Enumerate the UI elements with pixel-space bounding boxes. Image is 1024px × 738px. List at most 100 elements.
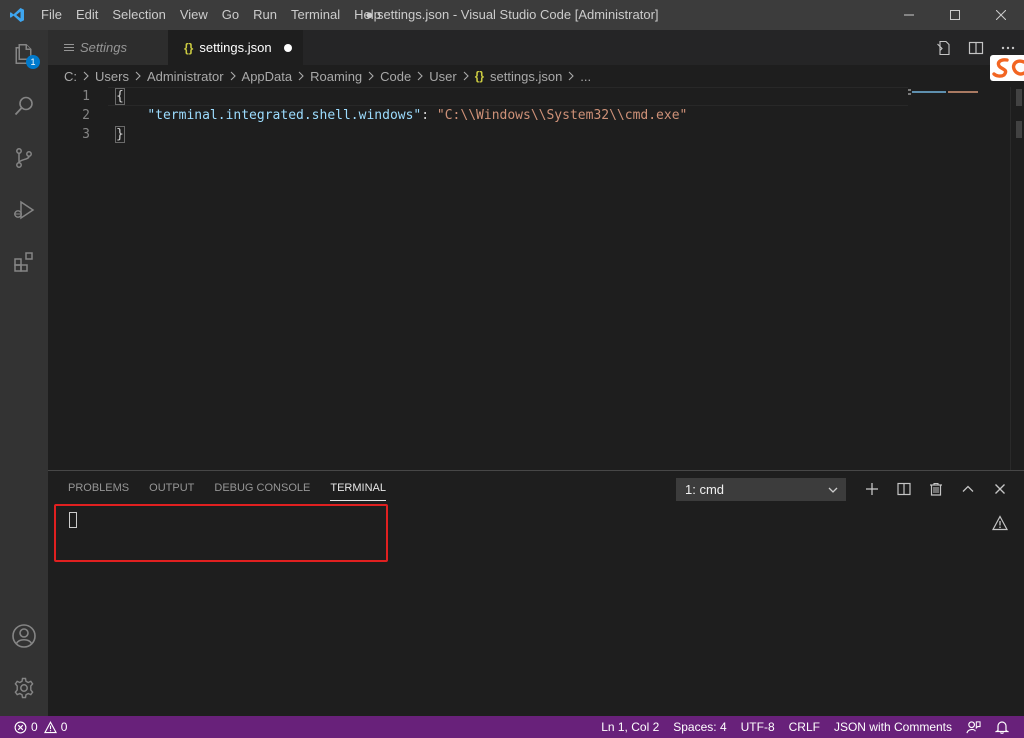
status-bar: 0 0 Ln 1, Col 2 Spaces: 4 UTF-8 CRLF JSO…: [0, 716, 1024, 738]
close-brace: }: [115, 126, 125, 143]
scrollbar-thumb[interactable]: [1016, 89, 1022, 106]
status-bar-right: Ln 1, Col 2 Spaces: 4 UTF-8 CRLF JSON wi…: [594, 716, 1016, 738]
close-panel-button[interactable]: [984, 471, 1016, 506]
editor-scrollbar[interactable]: [1010, 87, 1024, 470]
tab-problems[interactable]: PROBLEMS: [58, 471, 139, 506]
menu-view[interactable]: View: [173, 0, 215, 30]
chevron-right-icon: [229, 71, 237, 81]
close-icon: [996, 10, 1006, 20]
menu-terminal[interactable]: Terminal: [284, 0, 347, 30]
breadcrumb-item[interactable]: AppData: [242, 69, 293, 84]
breadcrumb-item[interactable]: Roaming: [310, 69, 362, 84]
gear-icon: [14, 677, 34, 699]
problems-status[interactable]: 0 0: [12, 716, 74, 738]
json-braces-icon: {}: [474, 69, 485, 83]
source-control-icon: [16, 148, 32, 168]
line-number: 2: [82, 108, 90, 123]
ellipsis-icon: [1001, 46, 1015, 49]
notifications-button[interactable]: [988, 720, 1016, 734]
chevron-right-icon: [367, 71, 375, 81]
run-debug-icon: [14, 200, 35, 220]
activity-search[interactable]: [0, 82, 48, 130]
maximize-panel-button[interactable]: [952, 471, 984, 506]
activity-run-debug[interactable]: [0, 186, 48, 234]
minimize-icon: [904, 14, 914, 16]
breadcrumb-item[interactable]: Administrator: [147, 69, 224, 84]
new-terminal-button[interactable]: [856, 471, 888, 506]
terminal-select-value: 1: cmd: [685, 482, 725, 497]
line-number: 1: [82, 89, 90, 104]
split-editor-button[interactable]: [960, 30, 992, 65]
minimize-button[interactable]: [886, 0, 932, 30]
chevron-right-icon: [297, 71, 305, 81]
split-terminal-button[interactable]: [888, 471, 920, 506]
close-window-button[interactable]: [978, 0, 1024, 30]
breadcrumb-item[interactable]: C:: [64, 69, 77, 84]
menu-file[interactable]: File: [34, 0, 69, 30]
minimap[interactable]: [906, 87, 1012, 470]
warning-icon[interactable]: [991, 515, 1009, 534]
eol-status[interactable]: CRLF: [782, 716, 827, 738]
menu-run[interactable]: Run: [246, 0, 284, 30]
activity-extensions[interactable]: [0, 238, 48, 286]
breadcrumb-item[interactable]: Users: [95, 69, 129, 84]
menu-help[interactable]: Help: [347, 0, 388, 30]
breadcrumb-more[interactable]: ...: [580, 69, 591, 84]
minimap-line: [908, 89, 911, 91]
bell-icon: [995, 721, 1009, 734]
indentation-status[interactable]: Spaces: 4: [666, 716, 733, 738]
tab-output[interactable]: OUTPUT: [139, 471, 204, 506]
json-key: "terminal.integrated.shell.windows": [147, 108, 422, 123]
warning-count: 0: [60, 720, 68, 734]
tab-settings-json[interactable]: {} settings.json: [168, 30, 303, 65]
breadcrumb-item[interactable]: Code: [380, 69, 411, 84]
split-editor-icon: [968, 41, 984, 54]
extensions-icon: [14, 252, 33, 272]
terminal-cursor: [69, 512, 77, 528]
explorer-badge: 1: [26, 55, 40, 69]
chevron-right-icon: [462, 71, 470, 81]
menu-edit[interactable]: Edit: [69, 0, 105, 30]
terminal-output[interactable]: [54, 504, 388, 562]
tab-terminal[interactable]: TERMINAL: [320, 471, 396, 506]
tab-settings[interactable]: Settings: [48, 30, 168, 65]
menu-go[interactable]: Go: [215, 0, 246, 30]
chevron-up-icon: [962, 485, 974, 492]
vscode-logo-icon: [0, 0, 34, 30]
chevron-right-icon: [416, 71, 424, 81]
warning-icon: [43, 720, 57, 733]
activity-accounts[interactable]: [0, 612, 48, 660]
plus-icon: [866, 482, 878, 495]
line-number: 3: [82, 127, 90, 142]
unsaved-dot-icon[interactable]: [283, 43, 292, 52]
chevron-right-icon: [134, 71, 142, 81]
code-line: 2 "terminal.integrated.shell.windows": "…: [48, 106, 898, 125]
kill-terminal-button[interactable]: [920, 471, 952, 506]
encoding-status[interactable]: UTF-8: [734, 716, 782, 738]
minimap-line: [948, 91, 978, 93]
panel-tabs: PROBLEMS OUTPUT DEBUG CONSOLE TERMINAL: [58, 471, 396, 506]
feedback-button[interactable]: [959, 720, 988, 735]
tab-debug-console[interactable]: DEBUG CONSOLE: [204, 471, 320, 506]
breadcrumb-file[interactable]: settings.json: [490, 69, 562, 84]
activity-explorer[interactable]: 1: [0, 30, 48, 78]
activity-source-control[interactable]: [0, 134, 48, 182]
breadcrumb-item[interactable]: User: [429, 69, 456, 84]
chevron-down-icon: [828, 487, 838, 493]
status-bar-left: 0 0: [12, 716, 74, 738]
code-editor[interactable]: 1 { 2 "terminal.integrated.shell.windows…: [48, 87, 1024, 470]
editor-tabs: Settings {} settings.json: [48, 30, 1024, 65]
open-settings-ui-button[interactable]: [928, 30, 960, 65]
title-bar: File Edit Selection View Go Run Terminal…: [0, 0, 1024, 30]
open-brace: {: [115, 88, 125, 105]
terminal-select-dropdown[interactable]: 1: cmd: [676, 478, 846, 501]
ime-logo-icon[interactable]: [990, 55, 1024, 81]
activity-manage[interactable]: [0, 664, 48, 712]
error-icon: [14, 721, 27, 733]
language-mode[interactable]: JSON with Comments: [827, 716, 959, 738]
menu-selection[interactable]: Selection: [105, 0, 172, 30]
maximize-button[interactable]: [932, 0, 978, 30]
json-braces-icon: {}: [184, 40, 194, 55]
code-line: 1 {: [48, 87, 898, 106]
cursor-position[interactable]: Ln 1, Col 2: [594, 716, 666, 738]
